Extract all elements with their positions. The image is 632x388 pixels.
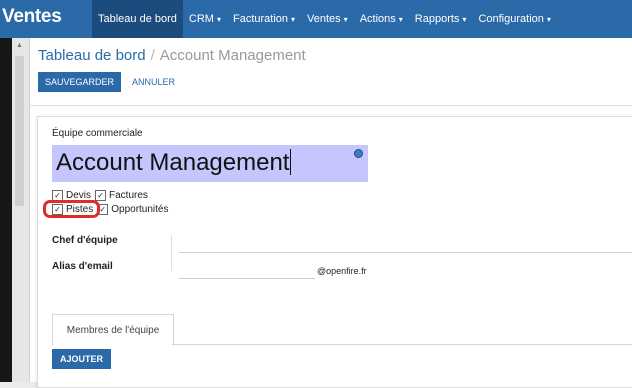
caret-down-icon: ▾ xyxy=(462,14,467,24)
tab-team-members[interactable]: Membres de l'équipe xyxy=(52,314,174,346)
menu-item-label: Rapports xyxy=(414,13,460,25)
menu-item-label: Configuration xyxy=(478,13,544,25)
menu-item-dashboard[interactable]: Tableau de bord xyxy=(92,0,183,38)
team-leader-input[interactable] xyxy=(179,252,632,253)
vertical-scrollbar[interactable]: ▲ xyxy=(12,38,30,382)
breadcrumb-current: Account Management xyxy=(159,47,306,64)
menu-item-crm[interactable]: CRM ▾ xyxy=(183,0,227,38)
menu-item-label: Facturation xyxy=(232,13,289,25)
app-title[interactable]: Ventes xyxy=(2,6,62,28)
tab-underline xyxy=(172,344,632,345)
save-button[interactable]: SAUVEGARDER xyxy=(38,72,121,92)
scroll-up-icon[interactable]: ▲ xyxy=(16,42,23,49)
left-sidebar xyxy=(0,38,12,382)
main-menu: Tableau de bord CRM ▾ Facturation ▾ Ventes… xyxy=(92,0,557,38)
menu-item-sales[interactable]: Ventes ▾ xyxy=(301,0,354,38)
top-navbar: Ventes Tableau de bord CRM ▾ Facturation ▾… xyxy=(0,0,632,38)
caret-down-icon: ▾ xyxy=(343,14,348,24)
scrollbar-thumb[interactable] xyxy=(15,56,24,206)
menu-item-label: Tableau de bord xyxy=(98,13,177,25)
team-name-value: Account Management xyxy=(56,149,290,176)
breadcrumb-link-dashboard[interactable]: Tableau de bord xyxy=(38,47,146,64)
sales-team-label: Équipe commerciale xyxy=(52,128,143,139)
checkbox-label-invoices: Factures xyxy=(109,190,148,201)
toolbar-divider xyxy=(30,105,632,106)
leads-highlight-annotation xyxy=(43,200,100,218)
checkbox-label-opportunities: Opportunités xyxy=(111,204,169,215)
menu-item-actions[interactable]: Actions ▾ xyxy=(354,0,409,38)
menu-item-label: CRM xyxy=(188,13,214,25)
team-leader-label: Chef d'équipe xyxy=(52,235,118,246)
breadcrumb: Tableau de bord / Account Management xyxy=(38,47,306,64)
team-name-input[interactable]: Account Management xyxy=(52,145,368,182)
field-divider xyxy=(171,235,172,271)
add-member-button[interactable]: AJOUTER xyxy=(52,349,111,369)
email-alias-input[interactable] xyxy=(179,278,315,279)
text-cursor xyxy=(290,149,292,175)
email-alias-domain: @openfire.fr xyxy=(317,266,367,276)
checkbox-invoices[interactable]: ✓ xyxy=(95,190,107,201)
form-sheet: Équipe commerciale Account Management ✓ … xyxy=(37,116,632,388)
menu-item-reports[interactable]: Rapports ▾ xyxy=(409,0,473,38)
caret-down-icon: ▾ xyxy=(291,14,296,24)
translate-globe-icon[interactable] xyxy=(354,149,363,158)
cancel-button[interactable]: ANNULER xyxy=(132,72,175,92)
caret-down-icon: ▾ xyxy=(398,14,403,24)
caret-down-icon: ▾ xyxy=(216,14,221,24)
email-alias-label: Alias d'email xyxy=(52,261,113,272)
menu-item-configuration[interactable]: Configuration ▾ xyxy=(472,0,556,38)
breadcrumb-separator: / xyxy=(150,47,155,64)
main-content: Tableau de bord / Account Management SAUVE… xyxy=(30,38,632,388)
caret-down-icon: ▾ xyxy=(546,14,551,24)
menu-item-label: Actions xyxy=(359,13,396,25)
menu-item-billing[interactable]: Facturation ▾ xyxy=(227,0,301,38)
menu-item-label: Ventes xyxy=(307,13,341,25)
